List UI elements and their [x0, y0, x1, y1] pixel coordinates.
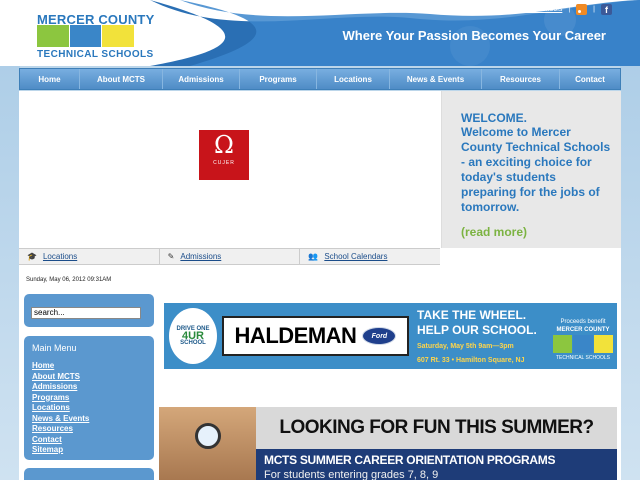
- main-content: Ω CUJER WELCOME. Welcome to Mercer Count…: [19, 91, 621, 480]
- main-navigation: Home About MCTS Admissions Programs Loca…: [19, 68, 621, 90]
- top-link-news[interactable]: News: [457, 6, 475, 13]
- menu-link-programs[interactable]: Programs: [32, 393, 146, 404]
- menu-link-resources[interactable]: Resources: [32, 424, 146, 435]
- utility-links: News | Events | Our Schools | | f: [457, 4, 612, 15]
- slide-logo-image: Ω CUJER: [199, 130, 249, 180]
- student-magnifier-photo: [159, 407, 256, 480]
- mcts-logo-mark: [553, 335, 613, 353]
- link-separator: |: [515, 6, 518, 13]
- menu-link-sitemap[interactable]: Sitemap: [32, 445, 146, 456]
- page-background-right: [620, 0, 640, 480]
- main-menu-panel: Main Menu Home About MCTS Admissions Pro…: [24, 336, 154, 460]
- menu-link-home[interactable]: Home: [32, 361, 146, 372]
- ad-proceeds-benefit: Proceeds benefit MERCER COUNTY TECHNICAL…: [553, 319, 613, 361]
- ad-headline: TAKE THE WHEEL. HELP OUR SCHOOL. Saturda…: [417, 308, 537, 364]
- menu-link-admissions[interactable]: Admissions: [32, 382, 146, 393]
- current-date: Sunday, May 06, 2012 09:31AM: [26, 277, 112, 283]
- rss-icon[interactable]: [576, 4, 588, 15]
- nav-contact[interactable]: Contact: [560, 69, 620, 89]
- drive-one-badge: DRIVE ONE 4UR SCHOOL: [169, 308, 217, 364]
- read-more-link[interactable]: (read more): [461, 225, 621, 239]
- quicklink-school-calendars[interactable]: 👥 School Calendars: [300, 249, 440, 264]
- link-separator: |: [593, 6, 595, 13]
- main-menu-title: Main Menu: [32, 343, 77, 353]
- menu-link-about[interactable]: About MCTS: [32, 372, 146, 383]
- nav-admissions[interactable]: Admissions: [163, 69, 240, 89]
- quick-links-panel: [24, 468, 154, 480]
- search-panel: [24, 294, 154, 327]
- dealer-logo: HALDEMAN Ford: [222, 316, 409, 356]
- haldeman-ad-banner[interactable]: DRIVE ONE 4UR SCHOOL HALDEMAN Ford TAKE …: [164, 303, 617, 369]
- logo-mark[interactable]: [37, 25, 135, 47]
- pencil-icon: ✎: [167, 252, 175, 261]
- quicklink-admissions[interactable]: ✎ Admissions: [160, 249, 301, 264]
- welcome-text: Welcome to Mercer County Technical Schoo…: [461, 125, 611, 214]
- logo-subtitle[interactable]: TECHNICAL SCHOOLS: [37, 49, 154, 60]
- top-link-events[interactable]: Events: [489, 6, 510, 13]
- link-separator: |: [568, 6, 571, 13]
- menu-link-news-events[interactable]: News & Events: [32, 414, 146, 425]
- page-background-left: [0, 0, 20, 480]
- nav-home[interactable]: Home: [20, 69, 80, 89]
- summer-banner-grades: For students entering grades 7, 8, 9: [264, 469, 439, 480]
- nav-news-events[interactable]: News & Events: [390, 69, 482, 89]
- site-tagline: Where Your Passion Becomes Your Career: [342, 28, 606, 43]
- site-header: MERCER COUNTY TECHNICAL SCHOOLS News | E…: [0, 0, 640, 66]
- people-icon: 👥: [308, 252, 319, 261]
- summer-banner-title: LOOKING FOR FUN THIS SUMMER?: [256, 407, 617, 449]
- nav-about[interactable]: About MCTS: [80, 69, 163, 89]
- slideshow[interactable]: Ω CUJER: [19, 91, 442, 248]
- link-separator: |: [480, 6, 483, 13]
- graduation-cap-icon: 🎓: [27, 252, 37, 261]
- summer-banner-subtitle: MCTS SUMMER CAREER ORIENTATION PROGRAMS: [264, 453, 556, 467]
- welcome-heading: WELCOME.: [461, 111, 527, 125]
- nav-programs[interactable]: Programs: [240, 69, 317, 89]
- ford-logo-icon: Ford: [362, 327, 397, 345]
- search-input[interactable]: [31, 306, 141, 319]
- nav-locations[interactable]: Locations: [317, 69, 390, 89]
- magnifying-glass-icon: [195, 423, 221, 449]
- summer-banner-subtitle-area: MCTS SUMMER CAREER ORIENTATION PROGRAMS …: [256, 449, 617, 480]
- quicklink-locations[interactable]: 🎓 Locations: [19, 249, 160, 264]
- summer-program-banner[interactable]: LOOKING FOR FUN THIS SUMMER? MCTS SUMMER…: [159, 407, 617, 480]
- facebook-icon[interactable]: f: [601, 4, 612, 15]
- nav-resources[interactable]: Resources: [482, 69, 560, 89]
- top-link-our-schools[interactable]: Our Schools: [524, 6, 563, 13]
- menu-link-locations[interactable]: Locations: [32, 403, 146, 414]
- welcome-panel: WELCOME. Welcome to Mercer County Techni…: [442, 91, 621, 248]
- menu-link-contact[interactable]: Contact: [32, 435, 146, 446]
- quick-links-bar: 🎓 Locations ✎ Admissions 👥 School Calend…: [19, 248, 440, 265]
